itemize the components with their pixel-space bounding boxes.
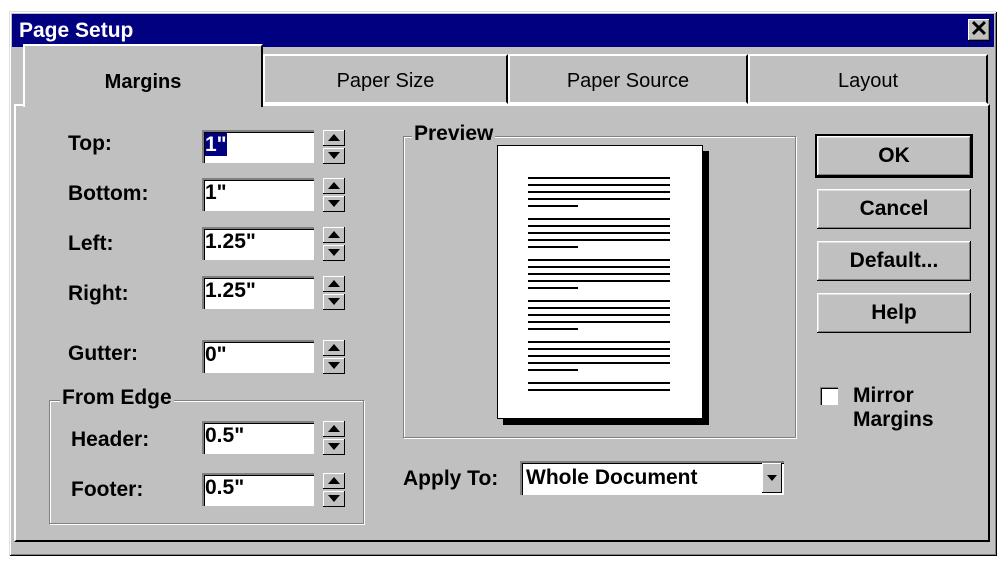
header-label: Header: bbox=[71, 428, 150, 451]
ok-button[interactable]: OK bbox=[815, 134, 973, 178]
footer-label: Footer: bbox=[71, 478, 144, 501]
mirror-margins-label-line2: Margins bbox=[853, 408, 934, 431]
top-value: 1" bbox=[205, 133, 227, 156]
spin-down-icon[interactable] bbox=[323, 439, 345, 455]
right-label: Right: bbox=[68, 282, 129, 305]
spin-down-icon[interactable] bbox=[323, 491, 345, 507]
footer-spinner[interactable] bbox=[323, 473, 345, 507]
spin-up-icon[interactable] bbox=[323, 473, 345, 489]
gutter-label: Gutter: bbox=[68, 342, 138, 365]
cancel-button[interactable]: Cancel bbox=[817, 189, 971, 229]
right-spinner[interactable] bbox=[323, 276, 345, 310]
spin-up-icon[interactable] bbox=[323, 340, 345, 356]
mirror-margins-label-line1: Mirror bbox=[853, 384, 914, 407]
spin-up-icon[interactable] bbox=[323, 276, 345, 292]
bottom-input[interactable]: 1" bbox=[202, 178, 314, 211]
top-input[interactable]: 1" bbox=[202, 130, 314, 163]
header-input[interactable]: 0.5" bbox=[202, 421, 314, 454]
mirror-margins-checkbox[interactable] bbox=[820, 387, 838, 405]
spin-down-icon[interactable] bbox=[323, 148, 345, 164]
apply-to-label: Apply To: bbox=[403, 467, 499, 490]
bottom-spinner[interactable] bbox=[323, 178, 345, 212]
apply-to-select[interactable]: Whole Document bbox=[520, 461, 784, 495]
preview-page bbox=[497, 145, 703, 419]
spin-up-icon[interactable] bbox=[323, 421, 345, 437]
help-button[interactable]: Help bbox=[817, 293, 971, 333]
bottom-label: Bottom: bbox=[68, 182, 149, 205]
right-input[interactable]: 1.25" bbox=[202, 276, 314, 309]
left-input[interactable]: 1.25" bbox=[202, 227, 314, 260]
top-label: Top: bbox=[68, 132, 112, 155]
gutter-input[interactable]: 0" bbox=[202, 340, 314, 373]
header-spinner[interactable] bbox=[323, 421, 345, 455]
chevron-down-icon[interactable] bbox=[762, 463, 782, 493]
spin-down-icon[interactable] bbox=[323, 294, 345, 310]
apply-to-value: Whole Document bbox=[526, 466, 698, 489]
spin-down-icon[interactable] bbox=[323, 358, 345, 374]
spin-up-icon[interactable] bbox=[323, 227, 345, 243]
spin-down-icon[interactable] bbox=[323, 196, 345, 212]
spin-up-icon[interactable] bbox=[323, 130, 345, 146]
spin-down-icon[interactable] bbox=[323, 245, 345, 261]
left-label: Left: bbox=[68, 232, 114, 255]
preview-title: Preview bbox=[412, 122, 496, 146]
left-spinner[interactable] bbox=[323, 227, 345, 261]
gutter-spinner[interactable] bbox=[323, 340, 345, 374]
spin-up-icon[interactable] bbox=[323, 178, 345, 194]
from-edge-title: From Edge bbox=[60, 386, 174, 410]
footer-input[interactable]: 0.5" bbox=[202, 473, 314, 506]
default-button[interactable]: Default... bbox=[817, 241, 971, 281]
top-spinner[interactable] bbox=[323, 130, 345, 164]
